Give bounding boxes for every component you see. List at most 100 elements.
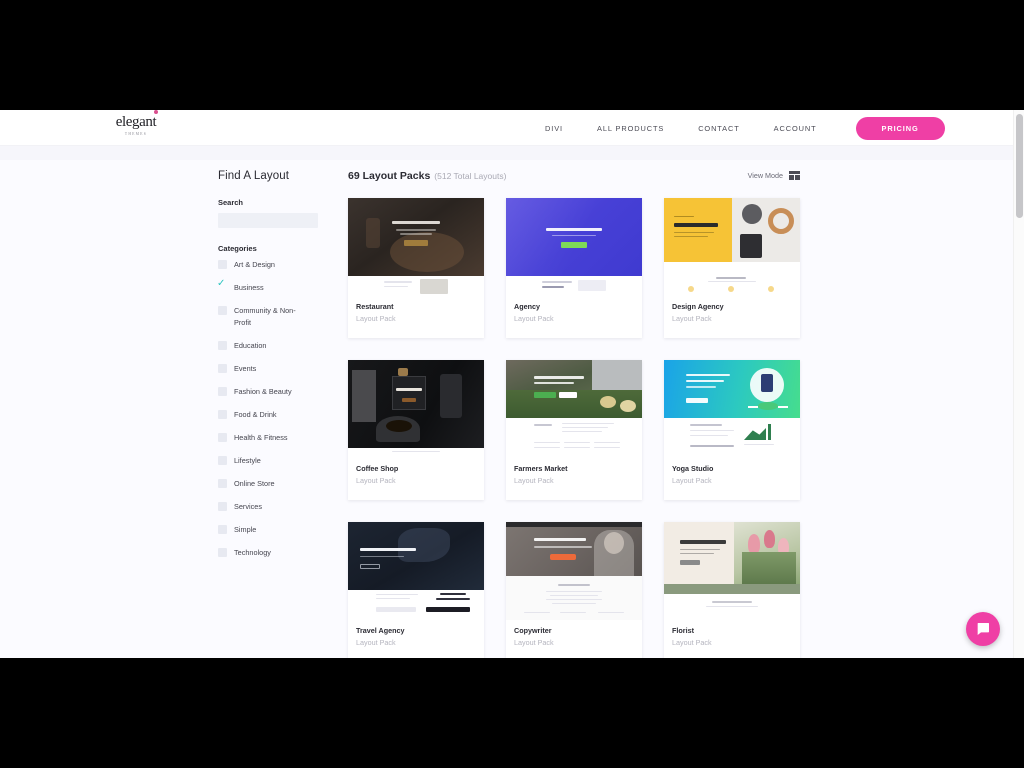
card-meta: Copywriter Layout Pack [506, 620, 642, 647]
card-hero-image [348, 522, 484, 590]
card-title: Farmers Market [514, 464, 568, 473]
nav-item-account[interactable]: ACCOUNT [757, 124, 834, 133]
category-item-business[interactable]: Business [217, 279, 328, 294]
chat-launcher-button[interactable] [966, 612, 1000, 646]
category-item-food-drink[interactable]: Food & Drink [218, 409, 328, 421]
layout-pack-grid: Restaurant Layout Pack Agency Layout Pac… [348, 198, 800, 658]
view-mode-toggle[interactable]: View Mode [748, 171, 800, 180]
card-subtitle: Layout Pack [356, 638, 396, 647]
card-thumbnail [664, 360, 800, 458]
category-item-health-fitness[interactable]: Health & Fitness [218, 432, 328, 444]
screen: elegant THEMES DIVI ALL PRODUCTS CONTACT… [0, 0, 1024, 768]
categories-label: Categories [218, 244, 257, 253]
category-label: Fashion & Beauty [234, 387, 292, 396]
card-hero-image [348, 198, 484, 276]
card-subtitle: Layout Pack [356, 314, 396, 323]
card-subtitle: Layout Pack [514, 314, 554, 323]
filter-sidebar: Find A Layout Search Categories Art & De… [217, 170, 328, 570]
category-item-simple[interactable]: Simple [218, 524, 328, 536]
checkbox-icon[interactable] [218, 387, 227, 396]
category-item-technology[interactable]: Technology [218, 547, 328, 559]
layout-pack-card[interactable]: Florist Layout Pack [664, 522, 800, 658]
search-input[interactable] [218, 213, 318, 228]
layout-pack-card[interactable]: Design Agency Layout Pack [664, 198, 800, 338]
logo-dot-icon [154, 110, 158, 114]
card-hero-image [664, 522, 800, 594]
category-label: Simple [234, 525, 257, 534]
checkbox-icon[interactable] [218, 410, 227, 419]
checkbox-icon[interactable] [218, 479, 227, 488]
category-item-education[interactable]: Education [218, 340, 328, 352]
card-title: Coffee Shop [356, 464, 399, 473]
checkbox-icon[interactable] [218, 341, 227, 350]
checkbox-icon[interactable] [218, 456, 227, 465]
speech-bubble-icon [977, 623, 989, 635]
card-hero-image [506, 522, 642, 576]
card-subtitle: Layout Pack [514, 476, 554, 485]
card-hero-image [664, 360, 800, 418]
card-hero-image [664, 198, 800, 276]
category-label: Food & Drink [234, 410, 277, 419]
layout-pack-card[interactable]: Yoga Studio Layout Pack [664, 360, 800, 500]
card-thumbnail [348, 360, 484, 458]
card-thumbnail [506, 522, 642, 620]
category-item-community-non-profit[interactable]: Community & Non-Profit [218, 305, 328, 329]
category-item-lifestyle[interactable]: Lifestyle [218, 455, 328, 467]
card-subtitle: Layout Pack [514, 638, 554, 647]
checkbox-icon[interactable] [218, 548, 227, 557]
card-meta: Design Agency Layout Pack [664, 296, 800, 323]
checkbox-icon[interactable] [218, 306, 227, 315]
card-title: Travel Agency [356, 626, 405, 635]
view-mode-label: View Mode [747, 171, 783, 180]
card-title: Florist [672, 626, 694, 635]
category-item-art-design[interactable]: Art & Design [218, 259, 328, 271]
checkbox-icon[interactable] [218, 525, 227, 534]
nav-item-contact[interactable]: CONTACT [681, 124, 756, 133]
card-hero-image [348, 360, 484, 448]
category-item-online-store[interactable]: Online Store [218, 478, 328, 490]
card-hero-image [506, 360, 642, 418]
pricing-button[interactable]: PRICING [855, 116, 945, 140]
layout-pack-card[interactable]: Restaurant Layout Pack [348, 198, 484, 338]
category-label: Business [234, 283, 264, 292]
results-total: (512 Total Layouts) [434, 171, 507, 181]
category-item-fashion-beauty[interactable]: Fashion & Beauty [218, 386, 328, 398]
card-subtitle: Layout Pack [356, 476, 396, 485]
category-item-services[interactable]: Services [218, 501, 328, 513]
card-thumbnail [664, 198, 800, 296]
card-body-preview [506, 576, 642, 620]
card-hero-image [506, 198, 642, 276]
card-title: Design Agency [672, 302, 724, 311]
layout-pack-card[interactable]: Farmers Market Layout Pack [506, 360, 642, 500]
card-thumbnail [506, 198, 642, 296]
category-label: Technology [234, 548, 271, 557]
scrollbar-thumb[interactable] [1016, 114, 1023, 218]
layout-pack-card[interactable]: Copywriter Layout Pack [506, 522, 642, 658]
grid-view-icon[interactable] [789, 171, 800, 180]
checkbox-icon[interactable] [218, 364, 227, 373]
checkbox-icon[interactable] [218, 433, 227, 442]
nav-item-all-products[interactable]: ALL PRODUCTS [580, 124, 681, 133]
card-thumbnail [348, 198, 484, 296]
card-body-preview [664, 276, 800, 296]
card-meta: Farmers Market Layout Pack [506, 458, 642, 485]
layout-pack-card[interactable]: Travel Agency Layout Pack [348, 522, 484, 658]
card-subtitle: Layout Pack [672, 638, 712, 647]
layout-pack-card[interactable]: Agency Layout Pack [506, 198, 642, 338]
vertical-scrollbar[interactable] [1013, 110, 1024, 658]
logo-subtext: THEMES [124, 132, 148, 136]
card-title: Yoga Studio [672, 464, 714, 473]
card-thumbnail [348, 522, 484, 620]
category-label: Services [234, 502, 262, 511]
category-list: Art & Design Business Community & Non-Pr… [217, 259, 328, 559]
elegant-themes-logo[interactable]: elegant THEMES [108, 110, 164, 136]
search-label: Search [218, 198, 244, 207]
checkbox-checked-icon[interactable] [217, 279, 227, 292]
layout-pack-card[interactable]: Coffee Shop Layout Pack [348, 360, 484, 500]
category-item-events[interactable]: Events [218, 363, 328, 375]
checkbox-icon[interactable] [218, 260, 227, 269]
nav-item-divi[interactable]: DIVI [528, 124, 580, 133]
main-nav: DIVI ALL PRODUCTS CONTACT ACCOUNT PRICIN… [528, 110, 945, 146]
card-body-preview [506, 276, 642, 296]
checkbox-icon[interactable] [218, 502, 227, 511]
